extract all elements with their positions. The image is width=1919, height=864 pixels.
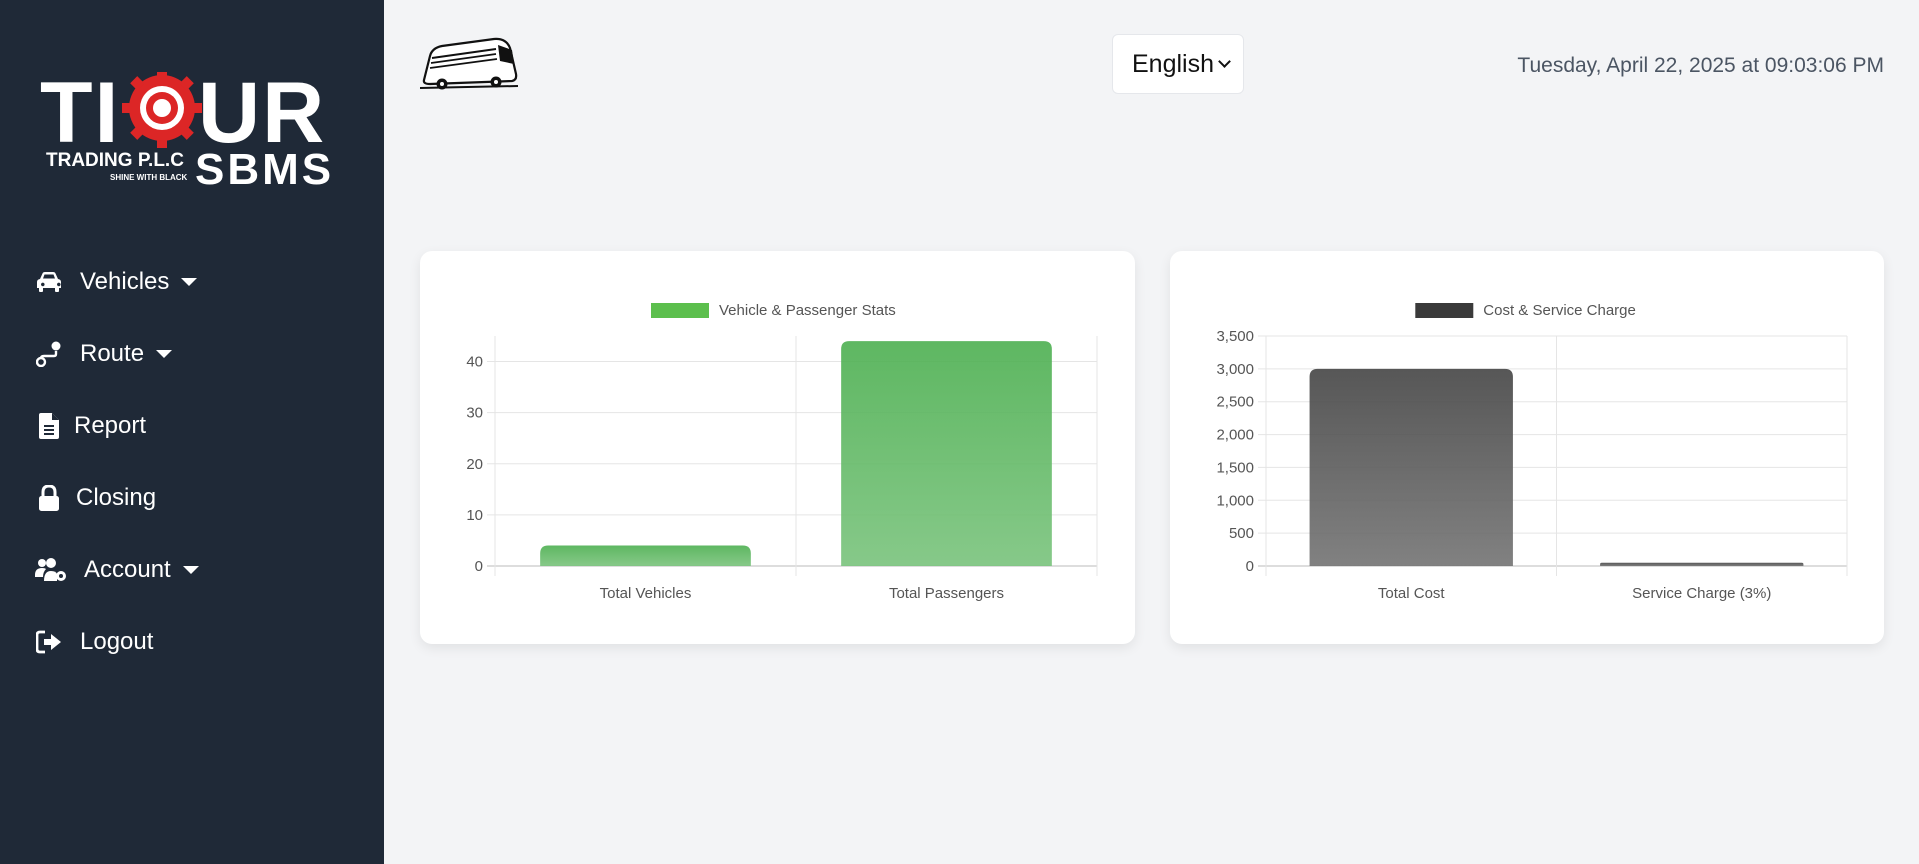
bar-total-vehicles[interactable] <box>540 545 751 566</box>
y-tick-label: 10 <box>466 507 483 524</box>
caret-down-icon <box>156 350 173 358</box>
y-tick-label: 500 <box>1229 525 1254 542</box>
legend-label: Cost & Service Charge <box>1483 302 1636 319</box>
car-icon <box>34 267 64 297</box>
legend-swatch <box>651 303 709 318</box>
sidebar-item-route[interactable]: Route <box>34 318 199 390</box>
language-select-value: English <box>1132 49 1214 78</box>
y-tick-label: 2,000 <box>1216 427 1254 444</box>
cost-service-chart-card: Cost & Service Charge 0 500 1,000 1,500 2,000… <box>1170 251 1884 644</box>
current-datetime: Tuesday, April 22, 2025 at 09:03:06 PM <box>1517 54 1884 77</box>
chart-legend[interactable]: Cost & Service Charge <box>1415 302 1636 319</box>
sidebar-item-label: Route <box>80 340 145 367</box>
y-tick-label: 40 <box>466 354 483 371</box>
x-tick-label: Total Passengers <box>889 585 1004 602</box>
y-tick-label: 3,500 <box>1216 328 1254 345</box>
route-icon <box>34 339 64 369</box>
sidebar-item-closing[interactable]: Closing <box>34 462 199 534</box>
vehicle-passenger-chart: Vehicle & Passenger Stats 0 10 20 30 40 Total … <box>466 302 1098 602</box>
y-tick-label: 2,500 <box>1216 394 1254 411</box>
bar-total-passengers[interactable] <box>841 341 1052 566</box>
y-tick-label: 20 <box>466 456 483 473</box>
x-tick-label: Total Vehicles <box>600 585 692 602</box>
bar-service-charge-3[interactable] <box>1600 562 1804 566</box>
y-tick-label: 3,000 <box>1216 361 1254 378</box>
chart-legend[interactable]: Vehicle & Passenger Stats <box>651 302 896 319</box>
document-icon <box>34 411 64 441</box>
y-tick-label: 1,000 <box>1216 492 1254 509</box>
y-tick-label: 0 <box>475 558 483 575</box>
vehicle-passenger-chart-card: Vehicle & Passenger Stats 0 10 20 30 40 Total … <box>420 251 1135 644</box>
sidebar: TI UR TRADING P.L.C SHINE WITH BLACK SBM… <box>0 0 384 864</box>
bar-total-cost[interactable] <box>1309 368 1513 566</box>
sidebar-item-account[interactable]: Account <box>34 534 199 606</box>
logout-icon <box>34 627 64 657</box>
legend-swatch <box>1415 303 1474 318</box>
caret-down-icon <box>182 566 199 574</box>
sidebar-item-label: Vehicles <box>80 268 170 295</box>
sidebar-item-vehicles[interactable]: Vehicles <box>34 246 199 318</box>
caret-down-icon <box>181 278 198 286</box>
sidebar-item-label: Logout <box>80 628 154 655</box>
sidebar-item-label: Closing <box>76 484 157 511</box>
svg-text:TI: TI <box>40 72 120 161</box>
x-tick-label: Total Cost <box>1378 585 1446 602</box>
svg-text:TRADING P.L.C: TRADING P.L.C <box>46 150 184 171</box>
svg-text:SBMS: SBMS <box>195 145 330 192</box>
users-gear-icon <box>34 555 68 585</box>
sidebar-item-label: Account <box>84 556 171 583</box>
svg-text:SHINE WITH BLACK: SHINE WITH BLACK <box>110 173 188 182</box>
bus-icon <box>420 37 518 90</box>
chevron-down-icon <box>1218 55 1231 68</box>
sidebar-item-label: Report <box>74 412 147 439</box>
y-tick-label: 30 <box>466 405 483 422</box>
company-logo: TI UR TRADING P.L.C SHINE WITH BLACK SBM… <box>40 72 330 192</box>
sidebar-nav: Vehicles Route Report Closing Account Lo… <box>34 246 199 678</box>
lock-icon <box>34 483 64 513</box>
sidebar-item-report[interactable]: Report <box>34 390 199 462</box>
legend-label: Vehicle & Passenger Stats <box>719 302 896 319</box>
x-tick-label: Service Charge (3%) <box>1632 585 1771 602</box>
language-select[interactable]: English <box>1112 34 1244 94</box>
y-tick-label: 0 <box>1246 558 1254 575</box>
sidebar-item-logout[interactable]: Logout <box>34 606 199 678</box>
cost-service-chart: Cost & Service Charge 0 500 1,000 1,500 2,000… <box>1216 302 1848 602</box>
y-tick-label: 1,500 <box>1216 459 1254 476</box>
